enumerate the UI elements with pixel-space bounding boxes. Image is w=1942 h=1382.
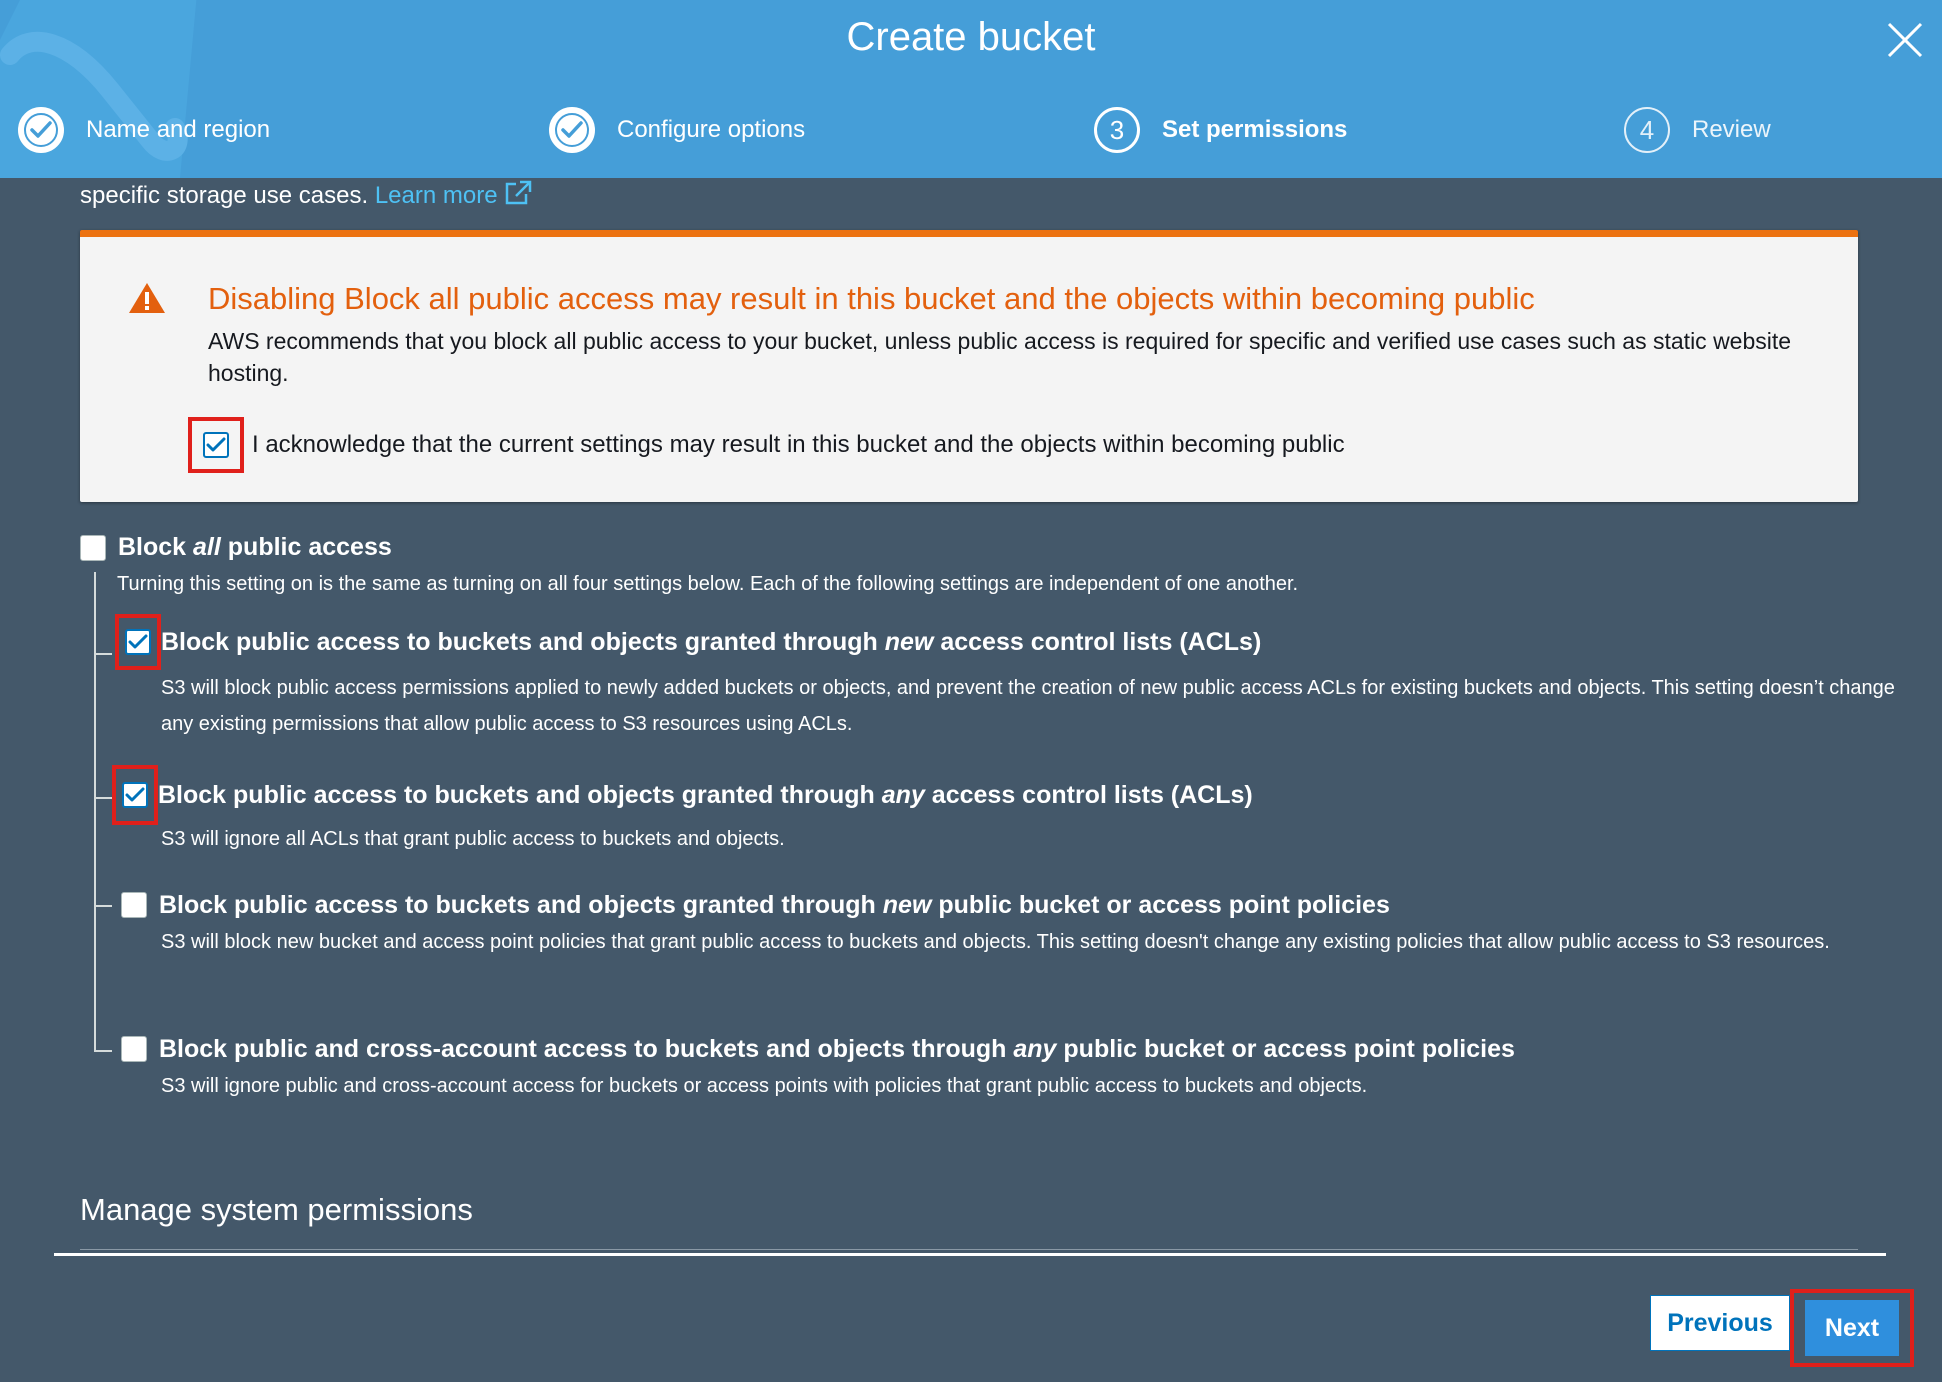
section-divider bbox=[80, 1249, 1858, 1250]
option-new-acls: Block public access to buckets and objec… bbox=[115, 614, 1901, 742]
wizard-step-review[interactable]: 4 Review bbox=[1624, 106, 1771, 154]
option-title: Block public and cross-account access to… bbox=[159, 1035, 1515, 1063]
block-all-description: Turning this setting on is the same as t… bbox=[117, 573, 1299, 595]
warning-body: AWS recommends that you block all public… bbox=[208, 328, 1792, 386]
next-button[interactable]: Next bbox=[1805, 1300, 1899, 1356]
tree-branch bbox=[94, 653, 112, 655]
footer-divider bbox=[54, 1253, 1886, 1256]
wizard-step-name-and-region[interactable]: Name and region bbox=[18, 106, 270, 154]
tree-branch bbox=[94, 797, 112, 799]
checkmark-icon bbox=[125, 787, 145, 802]
option-cross-account-policies: Block public and cross-account access to… bbox=[117, 1032, 1901, 1104]
intro-text: specific storage use cases. Learn more bbox=[80, 180, 532, 212]
wizard-step-configure-options[interactable]: Configure options bbox=[549, 106, 805, 154]
step-label: Name and region bbox=[86, 116, 271, 143]
block-all-public-access-row: Block all public access bbox=[80, 533, 392, 562]
checkmark-icon bbox=[206, 437, 226, 452]
block-all-public-access-checkbox[interactable] bbox=[80, 534, 106, 561]
modal-title: Create bucket bbox=[846, 15, 1096, 59]
step-complete-icon bbox=[18, 107, 64, 153]
acknowledge-row: I acknowledge that the current settings … bbox=[188, 417, 1345, 473]
option-title: Block public access to buckets and objec… bbox=[161, 628, 1262, 656]
tree-line bbox=[94, 572, 96, 1052]
wizard-step-set-permissions[interactable]: 3 Set permissions bbox=[1094, 106, 1347, 154]
wizard-header: Create bucket Name and region Configure … bbox=[0, 0, 1942, 178]
learn-more-link[interactable]: Learn more bbox=[375, 180, 532, 209]
option-any-acls: Block public access to buckets and objec… bbox=[112, 765, 1901, 857]
highlight-box bbox=[115, 614, 161, 670]
option-title: Block public access to buckets and objec… bbox=[158, 781, 1253, 809]
tree-branch bbox=[94, 905, 112, 907]
warning-icon bbox=[129, 283, 165, 313]
previous-button[interactable]: Previous bbox=[1650, 1295, 1790, 1351]
acknowledge-checkbox[interactable] bbox=[203, 432, 229, 458]
option-description: S3 will ignore all ACLs that grant publi… bbox=[161, 828, 785, 850]
public-access-warning: Disabling Block all public access may re… bbox=[80, 230, 1858, 502]
close-icon[interactable] bbox=[1883, 18, 1927, 62]
checkmark-icon bbox=[128, 634, 148, 649]
warning-title: Disabling Block all public access may re… bbox=[208, 281, 1535, 316]
option-description: S3 will ignore public and cross-account … bbox=[161, 1075, 1368, 1097]
external-link-icon bbox=[505, 180, 531, 205]
option-description: S3 will block new bucket and access poin… bbox=[161, 931, 1830, 953]
option-cross-account-policies-checkbox[interactable] bbox=[121, 1036, 147, 1062]
option-any-acls-checkbox[interactable] bbox=[122, 782, 148, 808]
step-number-icon: 3 bbox=[1094, 107, 1140, 153]
highlight-box: Next bbox=[1790, 1289, 1914, 1367]
acknowledge-label: I acknowledge that the current settings … bbox=[252, 431, 1345, 458]
step-label: Configure options bbox=[617, 116, 806, 143]
highlight-box bbox=[188, 417, 244, 473]
option-new-acls-checkbox[interactable] bbox=[125, 629, 151, 655]
option-title: Block public access to buckets and objec… bbox=[159, 891, 1390, 919]
tree-branch bbox=[94, 1050, 112, 1052]
step-label: Review bbox=[1692, 116, 1771, 143]
step-label: Set permissions bbox=[1162, 116, 1348, 143]
step-complete-icon bbox=[549, 107, 595, 153]
highlight-box bbox=[112, 765, 158, 825]
option-new-policies-checkbox[interactable] bbox=[121, 892, 147, 918]
block-all-public-access-label: Block all public access bbox=[118, 533, 392, 561]
intro-text-tail: specific storage use cases. bbox=[80, 182, 375, 209]
manage-system-permissions-heading[interactable]: Manage system permissions bbox=[80, 1190, 473, 1230]
option-description: S3 will block public access permissions … bbox=[161, 677, 1895, 735]
option-new-policies: Block public access to buckets and objec… bbox=[117, 888, 1901, 960]
step-number-icon: 4 bbox=[1624, 107, 1670, 153]
